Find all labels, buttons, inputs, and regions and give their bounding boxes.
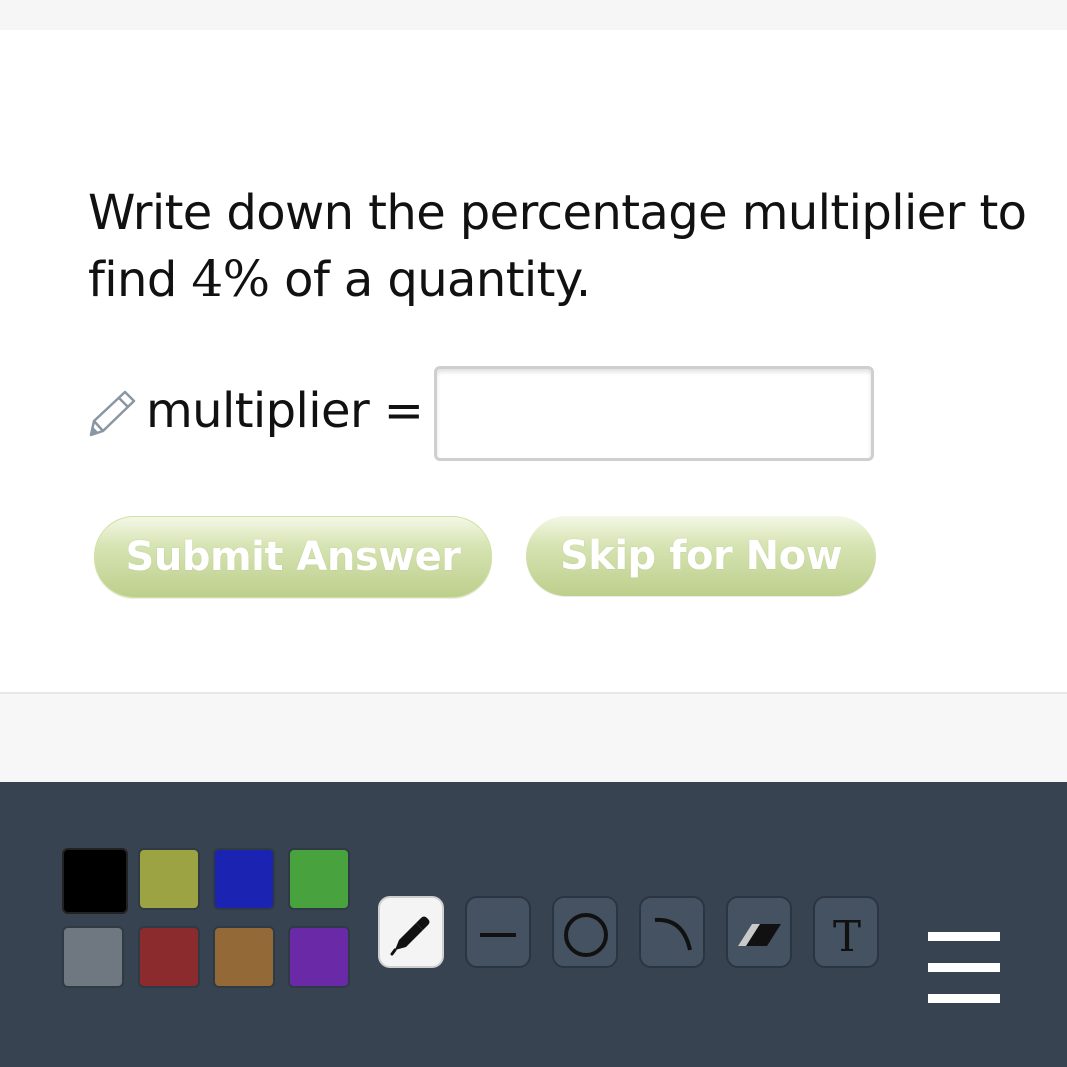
color-swatch-black[interactable] (62, 848, 128, 914)
color-swatch-green[interactable] (288, 848, 350, 910)
circle-tool-button[interactable] (552, 896, 618, 968)
color-swatch-brown[interactable] (213, 926, 275, 988)
text-icon: T (833, 912, 861, 961)
question-text: Write down the percentage multiplier to … (88, 180, 1028, 313)
pen-tool-button[interactable] (378, 896, 444, 968)
color-swatch-purple[interactable] (288, 926, 350, 988)
multiplier-label: multiplier = (146, 383, 424, 439)
question-text-end: of a quantity. (269, 252, 591, 308)
eraser-tool-button[interactable] (726, 896, 792, 968)
drawing-toolbar: T (0, 782, 1067, 1067)
text-tool-button[interactable]: T (813, 896, 879, 968)
multiplier-input[interactable] (434, 366, 874, 461)
eraser-icon (738, 924, 781, 946)
pencil-icon (89, 390, 136, 437)
color-swatch-gray[interactable] (62, 926, 124, 988)
svg-text:T: T (833, 912, 861, 961)
arc-icon (654, 917, 692, 951)
color-swatch-olive[interactable] (138, 848, 200, 910)
color-swatch-blue[interactable] (213, 848, 275, 910)
color-swatch-red[interactable] (138, 926, 200, 988)
submit-answer-button[interactable]: Submit Answer (94, 516, 492, 598)
skip-for-now-button[interactable]: Skip for Now (526, 516, 876, 596)
arc-tool-button[interactable] (639, 896, 705, 968)
hamburger-menu-icon[interactable] (928, 932, 1000, 1004)
math-percentage: 4% (191, 250, 270, 308)
top-strip (0, 0, 1067, 30)
question-card: Write down the percentage multiplier to … (0, 30, 1067, 694)
pen-icon (390, 916, 430, 956)
circle-icon (564, 913, 608, 957)
line-tool-button[interactable] (465, 896, 531, 968)
line-icon (480, 933, 516, 937)
